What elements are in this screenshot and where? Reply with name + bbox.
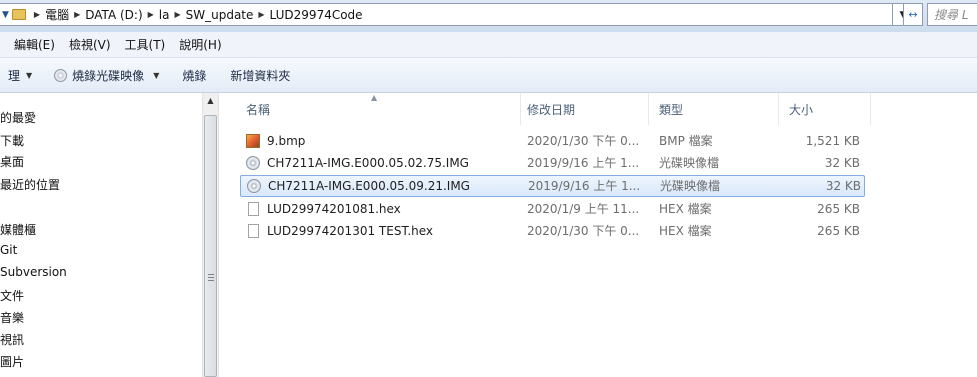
burn-disc-image-button[interactable]: 燒錄光碟映像 ▼ [54, 67, 159, 84]
file-icon [248, 224, 259, 238]
column-header-name-label: 名稱 [246, 102, 271, 117]
folder-icon [11, 9, 26, 20]
file-name: CH7211A-IMG.E000.05.02.75.IMG [267, 156, 469, 170]
file-row[interactable]: LUD29974201081.hex 2020/1/9 上午 11... HEX… [240, 199, 865, 221]
burn-button[interactable]: 燒錄 [182, 67, 206, 84]
column-header-date-label: 修改日期 [527, 102, 576, 117]
nav-item-desktop[interactable]: 桌面 [0, 153, 24, 170]
organize-label: 理 [8, 68, 21, 83]
file-name-cell[interactable]: CH7211A-IMG.E000.05.09.21.IMG [241, 176, 516, 196]
new-folder-label: 新增資料夾 [230, 68, 291, 83]
nav-item-documents[interactable]: 文件 [0, 287, 24, 304]
menu-tools[interactable]: 工具(T) [118, 36, 173, 53]
file-size: 32 KB [824, 156, 860, 170]
grip-icon [208, 274, 214, 281]
address-bar-row: ▼ ▶ 電腦 ▶ DATA (D:) ▶ la ▶ SW_update ▶ LU… [0, 0, 977, 32]
new-folder-button[interactable]: 新增資料夾 [230, 67, 290, 84]
file-type: 光碟映像檔 [659, 156, 720, 170]
address-bar[interactable]: ▼ ▶ 電腦 ▶ DATA (D:) ▶ la ▶ SW_update ▶ LU… [0, 3, 893, 26]
file-type: HEX 檔案 [659, 224, 712, 238]
disc-image-icon [246, 156, 260, 170]
file-size: 265 KB [817, 224, 860, 238]
chevron-right-icon[interactable]: ▶ [74, 10, 80, 19]
refresh-button[interactable]: ↔ [903, 3, 923, 26]
chevron-right-icon[interactable]: ▶ [34, 10, 40, 19]
disc-icon [54, 68, 68, 82]
breadcrumb-current-folder[interactable]: LUD29974Code [270, 8, 363, 22]
file-icon [248, 202, 259, 216]
breadcrumb-data-drive[interactable]: DATA (D:) [85, 8, 142, 22]
chevron-right-icon[interactable]: ▶ [258, 10, 264, 19]
file-date: 2019/9/16 上午 1... [528, 179, 641, 193]
file-row[interactable]: CH7211A-IMG.E000.05.02.75.IMG 2019/9/16 … [240, 153, 865, 175]
file-type: 光碟映像檔 [660, 179, 721, 193]
nav-item-pictures[interactable]: 圖片 [0, 353, 24, 370]
burn-label: 燒錄 [182, 68, 207, 83]
file-row-selected[interactable]: CH7211A-IMG.E000.05.09.21.IMG 2019/9/16 … [240, 175, 865, 197]
search-input[interactable]: 搜尋 L [927, 3, 977, 26]
file-name: LUD29974201081.hex [267, 202, 401, 216]
file-name-cell[interactable]: CH7211A-IMG.E000.05.02.75.IMG [240, 153, 515, 173]
file-date: 2020/1/9 上午 11... [527, 202, 640, 216]
chevron-right-icon[interactable]: ▶ [148, 10, 154, 19]
command-toolbar: 理 ▼ 燒錄光碟映像 ▼ 燒錄 新增資料夾 [0, 58, 977, 93]
nav-item-music[interactable]: 音樂 [0, 309, 24, 326]
file-name-cell[interactable]: LUD29974201301 TEST.hex [240, 221, 515, 241]
breadcrumb-computer[interactable]: 電腦 [45, 6, 69, 23]
column-header-type[interactable]: 類型 [659, 93, 779, 125]
search-placeholder: 搜尋 L [934, 8, 969, 22]
burn-disc-image-label: 燒錄光碟映像 [72, 68, 145, 83]
file-type: HEX 檔案 [659, 202, 712, 216]
column-header-date[interactable]: 修改日期 [527, 93, 649, 125]
chevron-down-icon: ▼ [153, 70, 160, 80]
bmp-file-icon [246, 134, 260, 148]
nav-scrollbar[interactable]: ▲ [202, 93, 219, 377]
file-name: LUD29974201301 TEST.hex [267, 224, 434, 238]
nav-item-git[interactable]: Git [0, 243, 17, 257]
navigation-pane: 的最愛 下載 桌面 最近的位置 媒體櫃 Git Subversion 文件 音樂… [0, 93, 202, 377]
nav-item-videos[interactable]: 視訊 [0, 331, 24, 348]
file-name: CH7211A-IMG.E000.05.09.21.IMG [268, 179, 470, 193]
nav-item-libraries[interactable]: 媒體櫃 [0, 221, 36, 238]
file-size: 32 KB [825, 179, 861, 193]
file-name: 9.bmp [267, 134, 306, 148]
file-size: 1,521 KB [805, 134, 860, 148]
menu-help[interactable]: 說明(H) [172, 36, 228, 53]
chevron-right-icon[interactable]: ▶ [174, 10, 180, 19]
chevron-down-icon: ▼ [26, 70, 33, 80]
refresh-icon: ↔ [908, 8, 918, 21]
back-dropdown-icon[interactable]: ▼ [2, 10, 9, 20]
file-row[interactable]: LUD29974201301 TEST.hex 2020/1/30 下午 0..… [240, 221, 865, 243]
file-size: 265 KB [817, 202, 860, 216]
file-name-cell[interactable]: LUD29974201081.hex [240, 199, 515, 219]
column-header-size-label: 大小 [789, 102, 814, 117]
nav-item-recent-places[interactable]: 最近的位置 [0, 176, 60, 193]
menu-view[interactable]: 檢視(V) [62, 36, 118, 53]
nav-item-subversion[interactable]: Subversion [0, 265, 67, 279]
breadcrumb-sw-update[interactable]: SW_update [186, 8, 254, 22]
nav-item-favorites[interactable]: 的最愛 [0, 109, 36, 126]
file-date: 2020/1/30 下午 0... [527, 134, 640, 148]
menu-bar: 編輯(E) 檢視(V) 工具(T) 說明(H) [0, 32, 977, 58]
file-row[interactable]: 9.bmp 2020/1/30 下午 0... BMP 檔案 1,521 KB [240, 131, 865, 153]
sort-ascending-icon: ▲ [371, 93, 378, 102]
column-header-size[interactable]: 大小 [789, 93, 871, 125]
menu-edit[interactable]: 編輯(E) [0, 36, 62, 53]
scroll-up-icon[interactable]: ▲ [203, 93, 218, 108]
scrollbar-thumb[interactable] [204, 115, 217, 377]
file-type: BMP 檔案 [659, 134, 713, 148]
file-date: 2019/9/16 上午 1... [527, 156, 640, 170]
breadcrumb-la[interactable]: la [159, 8, 170, 22]
disc-image-icon [247, 179, 261, 193]
file-date: 2020/1/30 下午 0... [527, 224, 640, 238]
nav-item-downloads[interactable]: 下載 [0, 132, 24, 149]
organize-button[interactable]: 理 ▼ [8, 67, 32, 84]
file-name-cell[interactable]: 9.bmp [240, 131, 515, 151]
column-header-type-label: 類型 [659, 102, 684, 117]
column-header-name[interactable]: 名稱 [246, 93, 521, 125]
